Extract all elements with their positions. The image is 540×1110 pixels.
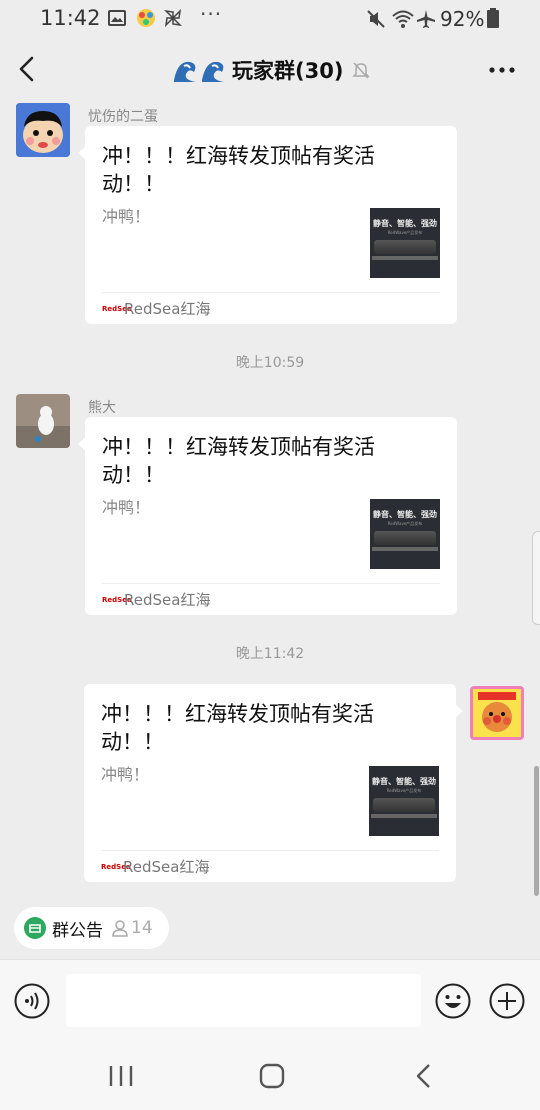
edge-panel-handle[interactable] xyxy=(532,531,540,625)
voice-icon[interactable] xyxy=(14,983,50,1019)
sender-name: 熊大 xyxy=(88,400,116,416)
link-card[interactable]: 冲！！！红海转发顶帖有奖活动！！ 冲鸭！ 静音、智能、强劲 RedWave产品发… xyxy=(84,684,463,882)
member-count: 14 xyxy=(131,918,153,938)
status-bar: 11:42 ··· 92% xyxy=(0,0,540,38)
nav-bar: 玩家群(30) xyxy=(0,38,540,100)
card-source: RedSea RedSea红海 xyxy=(101,856,209,877)
mute-icon xyxy=(367,10,385,28)
card-description: 冲鸭！ xyxy=(102,207,151,226)
scrollbar[interactable] xyxy=(534,766,539,896)
anpanman-icon xyxy=(470,686,524,740)
back-icon[interactable] xyxy=(414,1063,432,1089)
thumb-text: 静音、智能、强劲 xyxy=(372,777,436,786)
thumb-subtext: RedWave产品发布 xyxy=(387,521,423,526)
source-logo: RedSea xyxy=(102,595,132,604)
source-name: RedSea红海 xyxy=(124,300,211,318)
status-more: ··· xyxy=(200,2,223,26)
thumb-text: 静音、智能、强劲 xyxy=(373,219,437,228)
wave-emoji-icon xyxy=(174,61,224,82)
source-name: RedSea红海 xyxy=(124,591,211,609)
status-time: 11:42 xyxy=(40,6,101,30)
back-chevron-icon[interactable] xyxy=(14,54,42,84)
card-source: RedSea RedSea红海 xyxy=(102,589,210,610)
avatar[interactable] xyxy=(16,394,70,448)
emoji-icon[interactable] xyxy=(435,983,471,1019)
card-source: RedSea RedSea红海 xyxy=(102,298,210,319)
card-thumbnail: 静音、智能、强劲 RedWave产品发布 xyxy=(369,766,439,836)
battery-percent: 92% xyxy=(440,7,485,31)
more-dots-icon[interactable] xyxy=(488,66,516,74)
thumb-subtext: RedWave产品发布 xyxy=(387,230,423,235)
gallery-icon xyxy=(108,10,126,26)
airplane-icon xyxy=(417,10,435,28)
thumb-text: 静音、智能、强劲 xyxy=(373,510,437,519)
card-description: 冲鸭！ xyxy=(102,498,151,517)
plus-icon[interactable] xyxy=(489,983,525,1019)
group-notice-button[interactable]: 群公告 14 xyxy=(14,907,169,949)
source-logo: RedSea xyxy=(101,862,131,871)
source-name: RedSea红海 xyxy=(123,858,210,876)
cartoon-boy-icon xyxy=(16,103,70,157)
chat-title: 玩家群(30) xyxy=(232,59,344,83)
notice-label: 群公告 xyxy=(52,920,103,941)
system-nav-bar xyxy=(0,1041,540,1110)
card-title: 冲！！！红海转发顶帖有奖活动！！ xyxy=(102,435,375,487)
muted-bell-icon xyxy=(352,62,371,79)
polar-bear-photo-icon xyxy=(16,394,70,448)
chat-area[interactable]: 忧伤的二蛋 冲！！！红海转发顶帖有奖活动！！ 冲鸭！ 静音、智能、强劲 RedW… xyxy=(0,100,540,897)
link-card[interactable]: 冲！！！红海转发顶帖有奖活动！！ 冲鸭！ 静音、智能、强劲 RedWave产品发… xyxy=(78,417,457,615)
message-input[interactable] xyxy=(66,974,421,1027)
home-icon[interactable] xyxy=(259,1063,285,1089)
pinwheel-icon xyxy=(164,9,182,27)
wifi-icon xyxy=(392,10,414,28)
timestamp: 晚上11:42 xyxy=(235,646,305,662)
member-icon xyxy=(112,920,128,937)
recents-icon[interactable] xyxy=(108,1065,134,1087)
input-bar xyxy=(0,959,540,1041)
source-logo: RedSea xyxy=(102,304,132,313)
card-description: 冲鸭！ xyxy=(101,765,150,784)
nav-title-group[interactable]: 玩家群(30) xyxy=(172,54,371,86)
card-title: 冲！！！红海转发顶帖有奖活动！！ xyxy=(101,702,374,754)
my-avatar[interactable] xyxy=(470,686,524,740)
sender-name: 忧伤的二蛋 xyxy=(88,109,158,125)
thumb-subtext: RedWave产品发布 xyxy=(386,788,422,793)
link-card[interactable]: 冲！！！红海转发顶帖有奖活动！！ 冲鸭！ 静音、智能、强劲 RedWave产品发… xyxy=(78,126,457,324)
timestamp: 晚上10:59 xyxy=(235,355,305,371)
group-bar: 群公告 14 xyxy=(0,897,540,959)
card-thumbnail: 静音、智能、强劲 RedWave产品发布 xyxy=(370,208,440,278)
battery-icon xyxy=(487,8,499,28)
app-icon xyxy=(137,9,155,27)
card-title: 冲！！！红海转发顶帖有奖活动！！ xyxy=(102,144,375,196)
notice-icon xyxy=(24,917,46,939)
card-thumbnail: 静音、智能、强劲 RedWave产品发布 xyxy=(370,499,440,569)
avatar[interactable] xyxy=(16,103,70,157)
